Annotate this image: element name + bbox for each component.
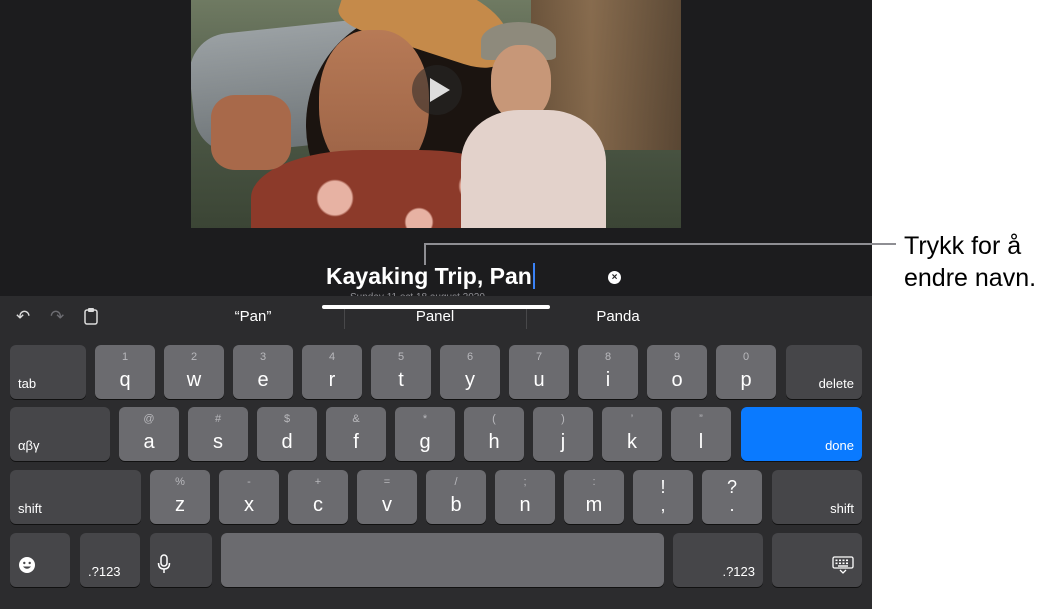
callout-leader-vertical [424, 243, 426, 265]
emoji-icon [18, 556, 36, 579]
key-r[interactable]: 4r [302, 345, 362, 399]
key-u[interactable]: 7u [509, 345, 569, 399]
key-x[interactable]: -x [219, 470, 279, 524]
key-v[interactable]: = v [357, 470, 417, 524]
man-face [491, 45, 551, 120]
key-d[interactable]: $ d [257, 407, 317, 461]
key-t[interactable]: 5t [371, 345, 431, 399]
suggestion-pan[interactable]: “Pan” [198, 308, 308, 325]
key-g[interactable]: * g [395, 407, 455, 461]
keyboard-dismiss-icon [832, 556, 854, 579]
key-k[interactable]: ’ k [602, 407, 662, 461]
undo-icon[interactable]: ↶ [16, 307, 30, 327]
suggestion-panel[interactable]: Panel [380, 308, 490, 325]
shift-key-left[interactable]: shift [10, 470, 141, 524]
emoji-key[interactable] [10, 533, 70, 587]
shift-key-right[interactable]: shift [772, 470, 862, 524]
callout-text: Trykk for å endre navn. [904, 230, 1036, 294]
key-n[interactable]: ; n [495, 470, 555, 524]
clear-icon[interactable]: × [608, 271, 621, 284]
microphone-icon [157, 554, 171, 579]
text-cursor [532, 263, 535, 289]
numbers-key-right[interactable]: .?123 [673, 533, 763, 587]
key-h[interactable]: (h [464, 407, 524, 461]
man-shirt [461, 110, 606, 228]
numbers-key-left[interactable]: .?123 [80, 533, 140, 587]
redo-icon[interactable]: ↷ [50, 307, 64, 327]
space-bar[interactable] [221, 533, 664, 587]
clipboard-icon[interactable] [84, 307, 98, 330]
home-indicator[interactable] [322, 305, 550, 309]
key-exclamation-comma[interactable]: ! , [633, 470, 693, 524]
key-f[interactable]: & f [326, 407, 386, 461]
keyboard-toolbar: ↶ ↷ “Pan” Panel Panda [0, 296, 872, 338]
key-m[interactable]: :m [564, 470, 624, 524]
play-icon[interactable] [412, 65, 462, 115]
callout-line-1: Trykk for å [904, 232, 1022, 260]
key-j[interactable]: ) j [533, 407, 593, 461]
key-w[interactable]: 2w [164, 345, 224, 399]
key-e[interactable]: 3e [233, 345, 293, 399]
done-button[interactable]: done [741, 407, 862, 461]
dictation-key[interactable] [150, 533, 212, 587]
project-title-text: Kayaking Trip, Pan [326, 263, 532, 289]
key-question-period[interactable]: ? . [702, 470, 762, 524]
ipad-screen: Kayaking Trip, Pan × Sunday 11 oct 18 au… [0, 0, 872, 609]
key-y[interactable]: 6y [440, 345, 500, 399]
key-i[interactable]: 8i [578, 345, 638, 399]
delete-key[interactable]: delete [786, 345, 862, 399]
tab-key[interactable]: tab [10, 345, 86, 399]
key-a[interactable]: @ a [119, 407, 179, 461]
greek-keyboard-key[interactable]: αβγ [10, 407, 110, 461]
key-q[interactable]: 1q [95, 345, 155, 399]
key-p[interactable]: 0p [716, 345, 776, 399]
key-l[interactable]: ” l [671, 407, 731, 461]
onscreen-keyboard: ↶ ↷ “Pan” Panel Panda tab 1q 2w 3e 4r 5t… [0, 296, 872, 609]
suggestion-panda[interactable]: Panda [563, 308, 673, 325]
callout-leader-horizontal [424, 243, 896, 245]
key-s[interactable]: # s [188, 407, 248, 461]
key-o[interactable]: 9o [647, 345, 707, 399]
hand [211, 95, 291, 170]
key-c[interactable]: + c [288, 470, 348, 524]
key-b[interactable]: / b [426, 470, 486, 524]
key-z[interactable]: % z [150, 470, 210, 524]
hide-keyboard-key[interactable] [772, 533, 862, 587]
project-title-field[interactable]: Kayaking Trip, Pan [326, 263, 535, 290]
callout-line-2: endre navn. [904, 264, 1037, 292]
